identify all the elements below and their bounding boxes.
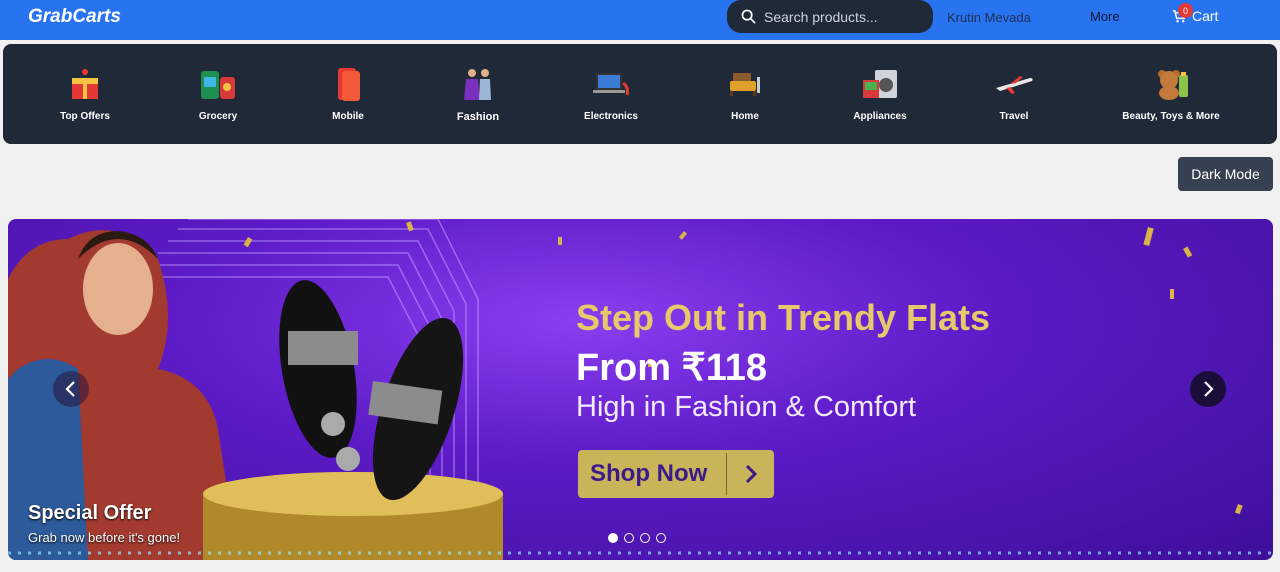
- user-name-link[interactable]: Krutin Mevada: [947, 10, 1031, 25]
- search-input[interactable]: [764, 8, 924, 25]
- category-label: Home: [731, 111, 759, 122]
- category-label: Beauty, Toys & More: [1122, 111, 1220, 122]
- laptop-icon: [589, 64, 633, 104]
- search-bar[interactable]: [727, 0, 933, 33]
- logo[interactable]: GrabCarts: [28, 6, 121, 28]
- cart-button[interactable]: 0 Cart: [1172, 3, 1219, 24]
- offer-subtitle: Grab now before it's gone!: [28, 530, 181, 545]
- carousel-dot[interactable]: [656, 533, 666, 543]
- category-bar: Top Offers Grocery Mobile Fashion Electr…: [3, 44, 1277, 144]
- offer-title: Special Offer: [28, 502, 152, 524]
- carousel-dot[interactable]: [624, 533, 634, 543]
- category-fashion[interactable]: Fashion: [418, 64, 538, 123]
- category-label: Mobile: [332, 111, 364, 122]
- carousel-indicators: [608, 533, 672, 543]
- category-top-offers[interactable]: Top Offers: [25, 64, 145, 122]
- shop-now-label: Shop Now: [590, 460, 708, 487]
- chevron-right-icon: [1204, 381, 1214, 397]
- top-header: GrabCarts Krutin Mevada More 0 Cart: [0, 0, 1280, 40]
- category-label: Top Offers: [60, 111, 110, 122]
- carousel-prev-button[interactable]: [53, 371, 89, 407]
- fashion-icon: [456, 64, 500, 104]
- grocery-icon: [196, 64, 240, 104]
- carousel-dot[interactable]: [640, 533, 650, 543]
- category-label: Electronics: [584, 111, 638, 122]
- category-beauty-toys[interactable]: Beauty, Toys & More: [1111, 64, 1231, 122]
- shop-now-button[interactable]: Shop Now: [578, 450, 774, 498]
- appliance-icon: [858, 64, 902, 104]
- category-mobile[interactable]: Mobile: [288, 64, 408, 122]
- carousel-next-button[interactable]: [1190, 371, 1226, 407]
- teddy-bear-icon: [1149, 64, 1193, 104]
- chevron-right-icon: [727, 463, 774, 485]
- mobile-icon: [326, 64, 370, 104]
- chevron-left-icon: [65, 381, 75, 397]
- search-icon: [741, 9, 756, 24]
- cart-label: Cart: [1192, 8, 1219, 24]
- category-electronics[interactable]: Electronics: [551, 64, 671, 122]
- category-home[interactable]: Home: [685, 64, 805, 122]
- sofa-icon: [723, 64, 767, 104]
- category-label: Fashion: [456, 111, 500, 123]
- banner-price: From ₹118: [576, 347, 768, 389]
- hero-banner[interactable]: Step Out in Trendy Flats From ₹118 High …: [8, 219, 1273, 560]
- dark-mode-toggle[interactable]: Dark Mode: [1178, 157, 1273, 191]
- banner-tagline: High in Fashion & Comfort: [576, 391, 917, 423]
- banner-headline: Step Out in Trendy Flats: [576, 297, 991, 338]
- more-menu[interactable]: More: [1090, 9, 1120, 24]
- category-label: Grocery: [198, 111, 238, 122]
- category-grocery[interactable]: Grocery: [158, 64, 278, 122]
- category-label: Travel: [999, 111, 1029, 122]
- category-travel[interactable]: Travel: [954, 64, 1074, 122]
- gift-icon: [63, 64, 107, 104]
- category-appliances[interactable]: Appliances: [820, 64, 940, 122]
- airplane-icon: [992, 64, 1036, 104]
- category-label: Appliances: [853, 111, 907, 122]
- carousel-dot[interactable]: [608, 533, 618, 543]
- cart-count-badge: 0: [1178, 3, 1193, 18]
